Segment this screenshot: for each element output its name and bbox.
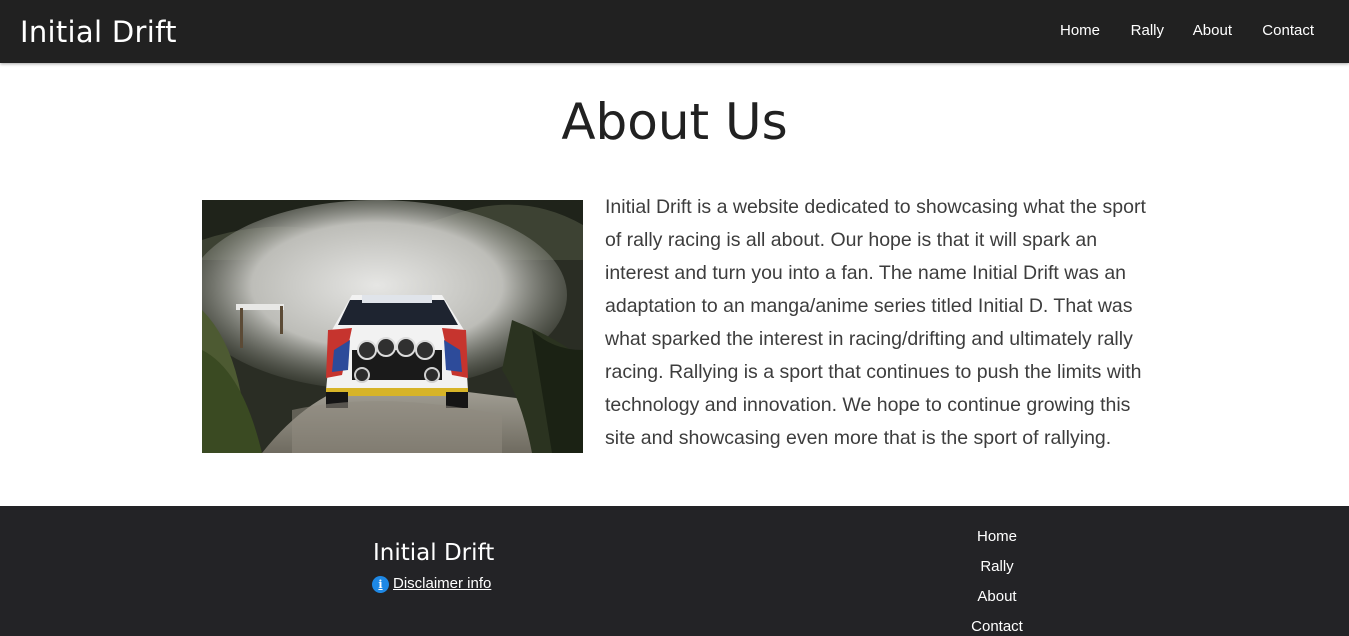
- site-footer: Initial Drift i Disclaimer info Home Ral…: [0, 506, 1349, 636]
- footer-brand: Initial Drift: [373, 540, 495, 566]
- disclaimer-link[interactable]: i Disclaimer info: [372, 574, 491, 594]
- top-navbar: Initial Drift Home Rally About Contact: [0, 0, 1349, 63]
- nav-link-home[interactable]: Home: [1060, 21, 1100, 41]
- nav-link-about[interactable]: About: [1193, 21, 1232, 41]
- nav-link-contact[interactable]: Contact: [1262, 21, 1314, 41]
- footer-link-about[interactable]: About: [920, 582, 1074, 612]
- footer-link-home[interactable]: Home: [920, 522, 1074, 552]
- rally-car-photo: [202, 200, 583, 453]
- footer-link-rally[interactable]: Rally: [920, 552, 1074, 582]
- navbar-brand[interactable]: Initial Drift: [20, 12, 177, 52]
- footer-link-contact[interactable]: Contact: [920, 612, 1074, 636]
- page-title: About Us: [561, 93, 788, 151]
- disclaimer-label: Disclaimer info: [393, 575, 492, 592]
- info-icon: i: [372, 575, 389, 593]
- about-paragraph: Initial Drift is a website dedicated to …: [605, 196, 1146, 449]
- nav-link-rally[interactable]: Rally: [1131, 21, 1164, 41]
- footer-links: Home Rally About Contact: [920, 522, 1074, 636]
